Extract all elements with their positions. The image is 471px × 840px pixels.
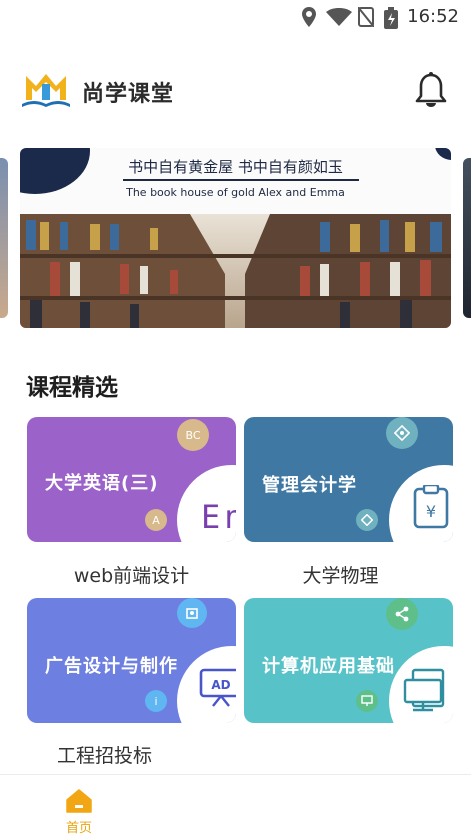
ad-board-icon: AD [199,668,236,707]
monitor-small-icon [356,690,378,712]
en-icon: En [201,498,236,536]
target-icon [356,509,378,531]
badge-bc-icon: BC [177,419,209,451]
course-card[interactable]: 管理会计学 ¥ [244,417,453,542]
svg-text:AD: AD [211,678,230,692]
computer-icon [403,668,445,712]
nav-home[interactable]: 首页 [56,789,102,837]
course-caption[interactable]: 大学物理 [236,561,445,588]
section-title: 课程精选 [26,375,118,401]
course-icon-circle: En [177,465,236,542]
badge-a-icon: A [145,509,167,531]
clock: 16:52 [407,6,459,27]
course-card-title: 管理会计学 [262,475,357,496]
course-icon-circle: AD [177,646,236,723]
banner-subtitle: The book house of gold Alex and Emma [126,186,345,199]
battery-icon [384,7,398,29]
course-card[interactable]: 计算机应用基础 [244,598,453,723]
no-sim-icon [358,7,374,27]
course-card[interactable]: BC 大学英语(三) A En [27,417,236,542]
course-card-title: 计算机应用基础 [262,656,395,677]
course-caption[interactable]: web前端设计 [27,561,236,588]
course-card-title: 大学英语(三) [45,473,159,494]
banner-peek-previous[interactable] [0,158,8,318]
app-header: 尚学课堂 [0,66,471,114]
banner-peek-next[interactable] [463,158,471,318]
info-icon: i [145,690,167,712]
yen-clipboard-icon: ¥ [413,485,449,529]
banner-slide[interactable]: 书中自有黄金屋 书中自有颜如玉 The book house of gold A… [20,148,451,328]
course-caption[interactable]: 工程招投标 [0,741,209,768]
target-icon [386,417,418,449]
app-title: 尚学课堂 [82,82,175,107]
bookshelf-image [20,214,451,328]
bell-icon[interactable] [414,72,448,108]
shape-icon [177,598,207,628]
nav-home-label: 首页 [65,821,92,836]
svg-text:¥: ¥ [426,502,436,521]
app-logo [22,74,70,107]
status-bar: 16:52 [0,0,471,34]
wifi-icon [326,8,352,26]
location-icon [302,7,316,27]
course-card-title: 广告设计与制作 [45,656,178,677]
bottom-navigation: 首页 [0,774,471,840]
banner-title: 书中自有黄金屋 书中自有颜如玉 [128,158,343,176]
share-icon [386,598,418,630]
course-icon-circle: ¥ [389,465,453,542]
course-card[interactable]: 广告设计与制作 i AD [27,598,236,723]
banner-divider [123,179,359,181]
home-icon [66,789,92,813]
course-icon-circle [389,646,453,723]
